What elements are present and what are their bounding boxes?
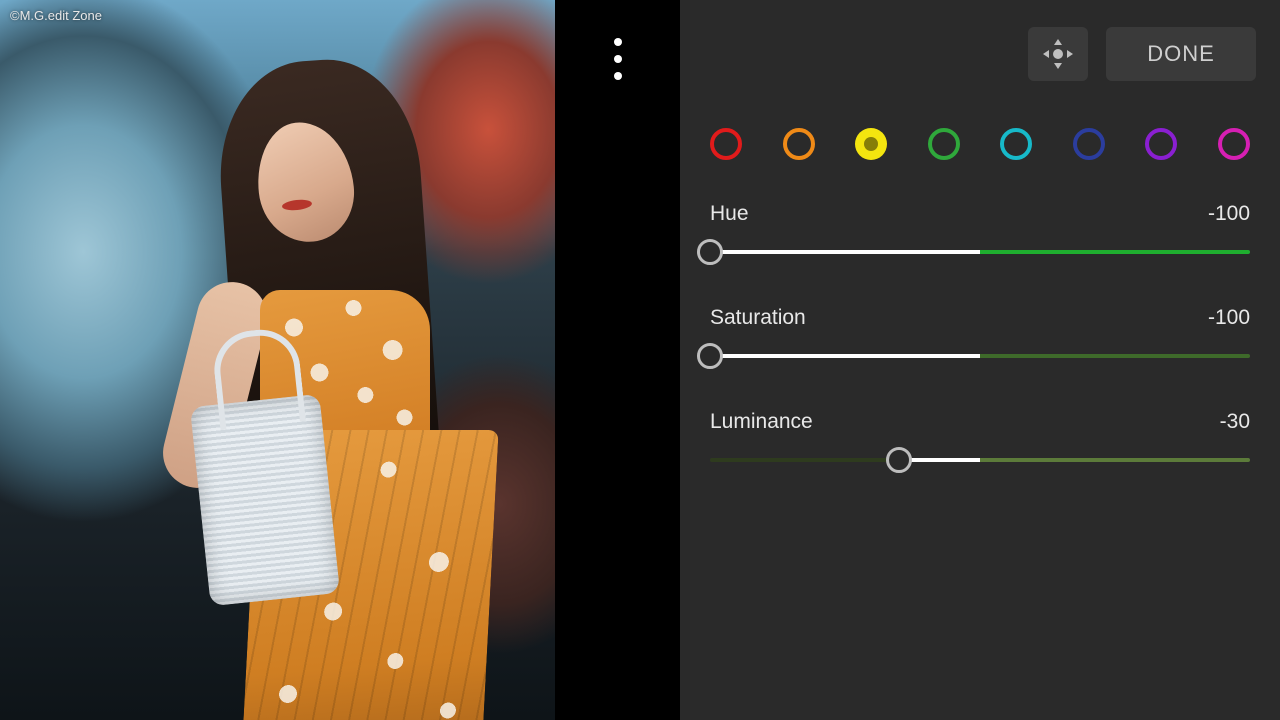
luminance-thumb[interactable] (886, 447, 912, 473)
saturation-value: -100 (1208, 306, 1250, 330)
pan-arrows-icon (1041, 37, 1075, 71)
saturation-slider-row: Saturation -100 (710, 306, 1250, 368)
preview-image[interactable]: ©M.G.edit Zone (0, 0, 555, 720)
saturation-slider[interactable] (710, 344, 1250, 368)
swatch-red[interactable] (710, 128, 742, 160)
swatch-orange[interactable] (783, 128, 815, 160)
image-preview-pane: ©M.G.edit Zone (0, 0, 680, 720)
watermark-text: ©M.G.edit Zone (10, 8, 102, 23)
luminance-slider[interactable] (710, 448, 1250, 472)
swatch-green[interactable] (928, 128, 960, 160)
swatch-yellow[interactable] (855, 128, 887, 160)
color-swatch-row (704, 88, 1256, 194)
color-mix-panel: DONE Hue -100 Saturation -100 Lum (680, 0, 1280, 720)
done-button[interactable]: DONE (1106, 27, 1256, 81)
swatch-purple[interactable] (1145, 128, 1177, 160)
hue-slider[interactable] (710, 240, 1250, 264)
luminance-slider-row: Luminance -30 (710, 410, 1250, 472)
more-options-icon[interactable] (614, 38, 622, 80)
hue-thumb[interactable] (697, 239, 723, 265)
pan-tool-button[interactable] (1028, 27, 1088, 81)
luminance-label: Luminance (710, 410, 813, 434)
saturation-thumb[interactable] (697, 343, 723, 369)
luminance-value: -30 (1220, 410, 1250, 434)
swatch-magenta[interactable] (1218, 128, 1250, 160)
hue-label: Hue (710, 202, 749, 226)
swatch-blue[interactable] (1073, 128, 1105, 160)
hue-value: -100 (1208, 202, 1250, 226)
saturation-label: Saturation (710, 306, 806, 330)
swatch-aqua[interactable] (1000, 128, 1032, 160)
hue-slider-row: Hue -100 (710, 202, 1250, 264)
